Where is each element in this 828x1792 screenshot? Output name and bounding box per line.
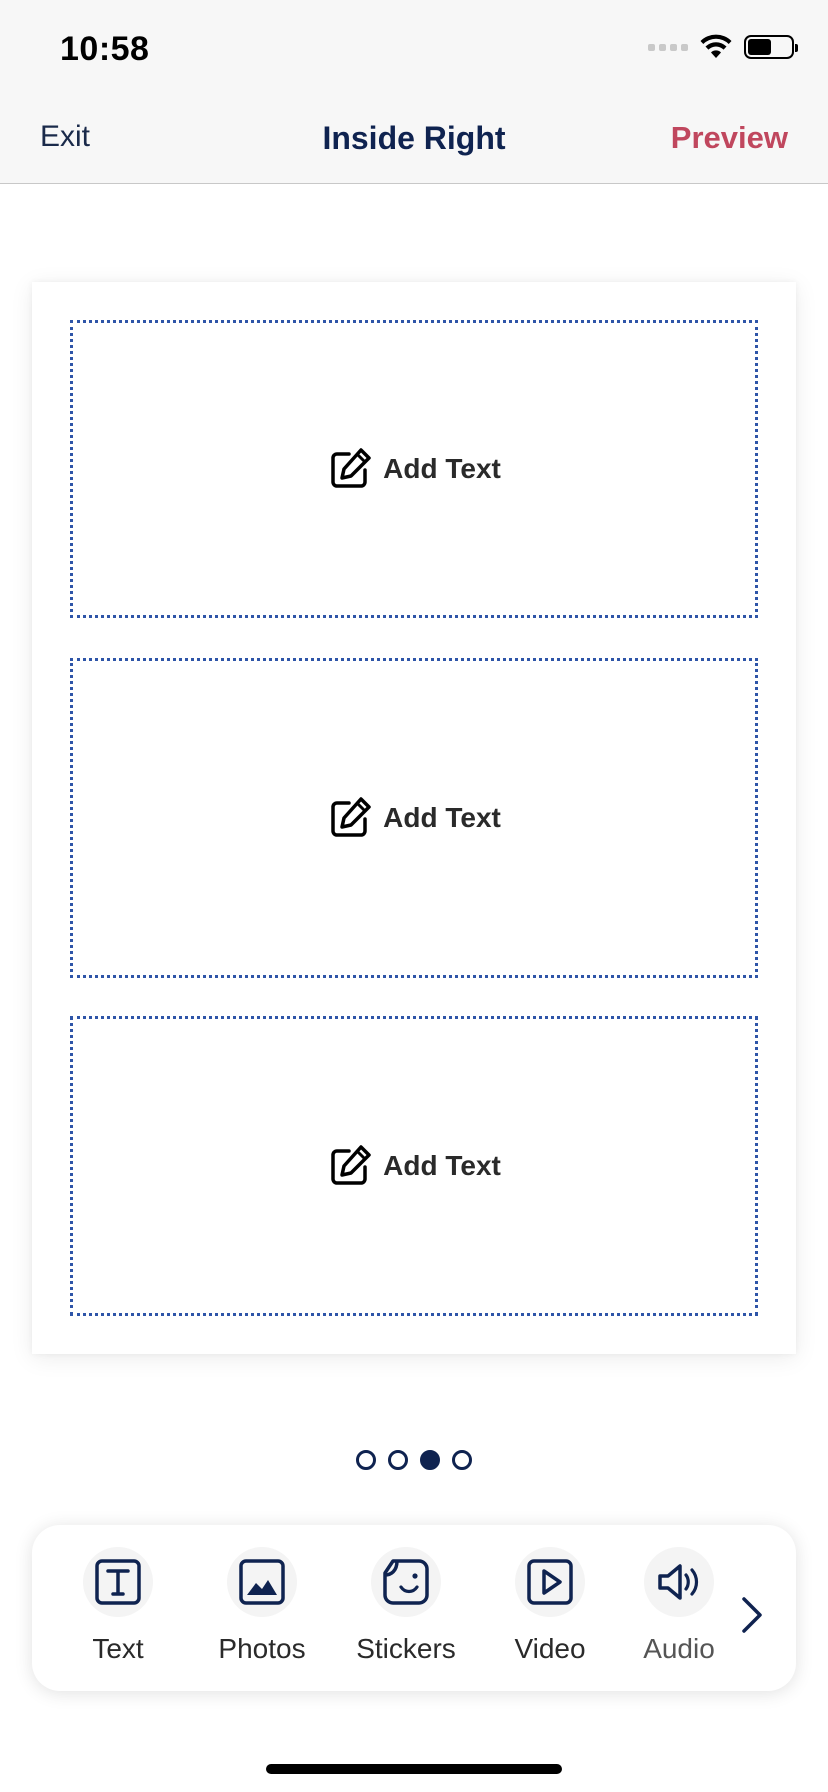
tool-stickers[interactable]: Stickers xyxy=(341,1547,471,1665)
page-indicator xyxy=(0,1450,828,1470)
battery-icon xyxy=(744,35,798,59)
edit-icon xyxy=(331,448,371,488)
tool-photos[interactable]: Photos xyxy=(197,1547,327,1665)
status-icons xyxy=(648,34,798,60)
home-indicator[interactable] xyxy=(266,1764,562,1774)
photo-icon xyxy=(239,1559,285,1605)
page-dot-3[interactable] xyxy=(420,1450,440,1470)
edit-icon xyxy=(331,797,371,837)
tool-label: Text xyxy=(92,1633,144,1664)
tool-label: Audio xyxy=(643,1633,715,1664)
status-time: 10:58 xyxy=(60,30,150,68)
add-text-slot-3[interactable]: Add Text xyxy=(70,1016,758,1316)
page-dot-1[interactable] xyxy=(356,1450,376,1470)
add-text-label: Add Text xyxy=(383,453,501,484)
add-text-label: Add Text xyxy=(383,1150,501,1181)
tool-label: Stickers xyxy=(356,1633,456,1664)
toolbar-more-button[interactable] xyxy=(732,1585,772,1645)
add-text-button: Add Text xyxy=(327,446,501,492)
card-inside-right-page: Add Text Add Text Add Text xyxy=(32,282,796,1354)
tool-audio[interactable]: Audio xyxy=(629,1547,729,1665)
edit-icon xyxy=(331,1145,371,1185)
text-icon xyxy=(95,1559,141,1605)
preview-button[interactable]: Preview xyxy=(671,120,788,156)
status-bar: 10:58 xyxy=(0,0,828,94)
battery-level xyxy=(748,39,772,55)
page-dot-2[interactable] xyxy=(388,1450,408,1470)
video-play-icon xyxy=(527,1559,573,1605)
exit-button[interactable]: Exit xyxy=(40,120,90,154)
page-dot-4[interactable] xyxy=(452,1450,472,1470)
tool-label: Photos xyxy=(218,1633,306,1664)
speaker-icon xyxy=(658,1564,699,1600)
cellular-signal-icon xyxy=(648,43,688,51)
add-text-slot-2[interactable]: Add Text xyxy=(70,658,758,978)
add-text-label: Add Text xyxy=(383,802,501,833)
sticker-icon xyxy=(383,1559,429,1605)
add-text-slot-1[interactable]: Add Text xyxy=(70,320,758,618)
tool-text[interactable]: Text xyxy=(53,1547,183,1665)
nav-bar: Exit Inside Right Preview xyxy=(0,94,828,184)
tools-toolbar: Text Photos Stickers Video Audio xyxy=(32,1525,796,1691)
wifi-icon xyxy=(700,34,732,58)
chevron-right-icon xyxy=(742,1597,762,1633)
add-text-button: Add Text xyxy=(327,795,501,841)
add-text-button: Add Text xyxy=(327,1143,501,1189)
tool-video[interactable]: Video xyxy=(485,1547,615,1665)
tool-label: Video xyxy=(514,1633,586,1664)
